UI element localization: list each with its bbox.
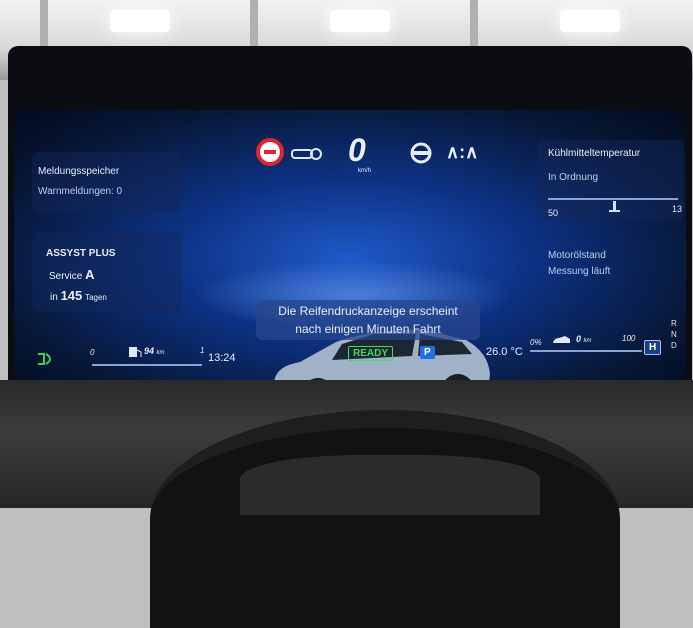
range-readout: 94 km bbox=[144, 346, 165, 356]
ready-badge: READY bbox=[348, 346, 394, 361]
oil-title: Motorölstand bbox=[548, 250, 606, 261]
clock: 13:24 bbox=[208, 352, 236, 364]
in-label: in bbox=[50, 292, 58, 303]
coolant-status: In Ordnung bbox=[548, 172, 599, 183]
range-max: 1 bbox=[200, 346, 205, 355]
range-unit: km bbox=[156, 350, 165, 356]
ceiling-light bbox=[560, 10, 620, 32]
range-value: 94 bbox=[144, 346, 155, 356]
oil-status: Messung läuft bbox=[548, 266, 611, 277]
message-line-1: Die Reifendruckanzeige erscheint bbox=[278, 304, 458, 318]
assyst-title: ASSYST PLUS bbox=[46, 248, 116, 259]
speed-value: 0 bbox=[348, 132, 366, 168]
eco-max: 100 bbox=[622, 334, 636, 343]
range-min: 0 bbox=[90, 348, 95, 357]
service-line: Service A bbox=[49, 267, 95, 282]
eco-unit: km bbox=[583, 338, 592, 344]
coolant-icon bbox=[609, 201, 620, 212]
drive-mode-badge: H bbox=[644, 340, 662, 355]
distance-assist-icon bbox=[291, 148, 322, 160]
eco-car-icon bbox=[553, 336, 570, 343]
steering-assist-icon bbox=[410, 142, 432, 164]
ceiling-light bbox=[330, 10, 390, 32]
assist-indicator: ∧:∧ bbox=[446, 142, 479, 162]
outside-temperature: 26.0 °C bbox=[486, 346, 523, 358]
instrument-cluster: 0 km/h ∧:∧ Meldungsspeicher Warnmeldunge… bbox=[14, 110, 686, 380]
days-unit: Tagen bbox=[85, 293, 107, 302]
message-line-2: nach einigen Minuten Fahrt bbox=[295, 322, 441, 336]
service-value: A bbox=[85, 267, 95, 282]
eco-readout: 0 km bbox=[576, 334, 592, 344]
fuel-pump-icon bbox=[129, 347, 142, 357]
gear-n: N bbox=[671, 330, 677, 339]
gear-selector: R N D bbox=[671, 318, 681, 351]
coolant-scale-min: 50 bbox=[548, 208, 559, 218]
gear-r: R bbox=[671, 319, 677, 328]
park-badge: P bbox=[420, 346, 435, 359]
eco-min: 0% bbox=[530, 338, 542, 347]
days-value: 145 bbox=[60, 288, 83, 303]
speed-limit-icon bbox=[256, 138, 284, 166]
service-label: Service bbox=[49, 271, 83, 282]
coolant-title: Kühlmitteltemperatur bbox=[548, 148, 641, 159]
range-gauge bbox=[92, 364, 202, 366]
headlight-icon bbox=[38, 353, 51, 365]
steering-wheel bbox=[150, 410, 620, 628]
messages-title: Meldungsspeicher bbox=[38, 166, 120, 177]
gear-d: D bbox=[671, 341, 677, 350]
eco-gauge bbox=[530, 350, 642, 352]
ceiling-light bbox=[110, 10, 170, 32]
eco-value: 0 bbox=[576, 334, 582, 344]
speed-unit: km/h bbox=[358, 168, 372, 174]
messages-panel[interactable] bbox=[32, 152, 182, 212]
steering-hub bbox=[240, 455, 540, 515]
coolant-scale-max: 13 bbox=[672, 204, 683, 214]
days-line: in 145 Tagen bbox=[50, 288, 107, 303]
warnings-count: Warnmeldungen: 0 bbox=[38, 186, 123, 197]
